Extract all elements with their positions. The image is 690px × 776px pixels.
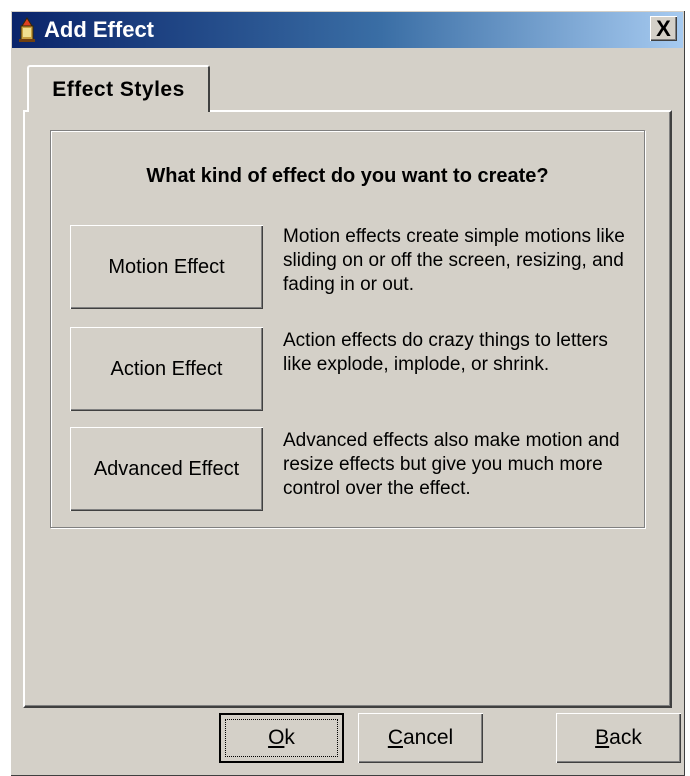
cancel-button[interactable]: Cancel (358, 713, 483, 763)
back-label-rest: ack (609, 726, 642, 749)
close-button[interactable]: X (650, 16, 677, 41)
tab-label: Effect Styles (52, 77, 185, 101)
cancel-mnemonic: C (387, 726, 403, 749)
back-mnemonic: B (595, 726, 610, 749)
motion-effect-button[interactable]: Motion Effect (70, 225, 263, 309)
action-effect-description: Action effects do crazy things to letter… (283, 330, 608, 375)
effect-group-box: What kind of effect do you want to creat… (50, 130, 645, 528)
close-icon: X (656, 15, 671, 41)
focus-indicator (225, 719, 338, 757)
tab-effect-styles[interactable]: Effect Styles (27, 65, 210, 112)
cancel-label: Cancel (388, 726, 453, 750)
ok-button[interactable]: Ok (219, 713, 344, 763)
title-bar[interactable]: Add Effect X (12, 12, 683, 48)
window-title: Add Effect (44, 17, 154, 42)
motion-effect-description: Motion effects create simple motions lik… (283, 226, 625, 295)
advanced-effect-button[interactable]: Advanced Effect (70, 427, 263, 511)
back-button[interactable]: Back (556, 713, 681, 763)
advanced-effect-description: Advanced effects also make motion and re… (283, 430, 620, 499)
back-label: Back (595, 726, 642, 750)
add-effect-dialog: Add Effect X Effect Styles What kind of … (10, 10, 685, 776)
tab-panel: What kind of effect do you want to creat… (23, 110, 672, 708)
cancel-label-rest: ancel (402, 726, 454, 749)
action-effect-button[interactable]: Action Effect (70, 327, 263, 411)
app-icon (16, 17, 38, 43)
question-heading: What kind of effect do you want to creat… (146, 165, 549, 187)
